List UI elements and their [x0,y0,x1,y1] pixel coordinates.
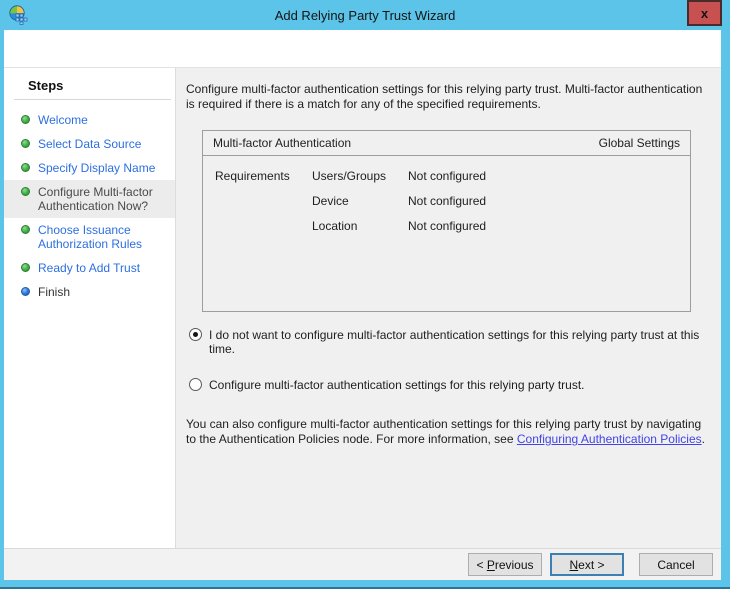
header-band [4,30,721,68]
step-item-configure-mfa-current: Configure Multi-factor Authentication No… [4,180,175,218]
step-item-finish: Finish [4,280,175,304]
mfa-choice-radio-group: I do not want to configure multi-factor … [189,328,709,392]
requirement-name: Location [312,219,408,233]
step-item-choose-issuance-rules[interactable]: Choose Issuance Authorization Rules [4,218,175,256]
step-done-icon [21,263,30,272]
requirement-value: Not configured [408,219,690,233]
requirement-name: Users/Groups [312,169,408,183]
step-pending-icon [21,287,30,296]
table-row: Location Not configured [215,219,690,244]
note-after: . [702,432,705,446]
step-item-select-data-source[interactable]: Select Data Source [4,132,175,156]
dialog-frame: Steps Welcome Select Data Source Specify… [4,30,721,580]
next-label-post: ext > [578,558,604,572]
content-pane: Configure multi-factor authentication se… [176,68,721,548]
adfs-app-icon [8,5,28,25]
cancel-button[interactable]: Cancel [639,553,713,576]
window-title: Add Relying Party Trust Wizard [0,8,730,23]
step-label: Finish [38,285,70,299]
step-label: Specify Display Name [38,161,155,175]
requirement-value: Not configured [408,194,690,208]
step-label: Ready to Add Trust [38,261,140,275]
step-label: Welcome [38,113,88,127]
radio-option-skip-mfa[interactable]: I do not want to configure multi-factor … [189,328,709,356]
note-text: You can also configure multi-factor auth… [186,417,709,447]
table-row: Requirements Users/Groups Not configured [215,169,690,194]
next-button[interactable]: Next > [550,553,624,576]
table-row: Device Not configured [215,194,690,219]
steps-heading: Steps [14,76,171,100]
previous-button[interactable]: < Previous [468,553,542,576]
step-item-ready-to-add-trust[interactable]: Ready to Add Trust [4,256,175,280]
mfa-table-body: Requirements Users/Groups Not configured… [203,156,690,244]
step-label: Choose Issuance Authorization Rules [38,223,167,251]
mfa-header-title: Multi-factor Authentication [213,136,351,150]
configuring-authentication-policies-link[interactable]: Configuring Authentication Policies [517,432,702,446]
step-item-welcome[interactable]: Welcome [4,108,175,132]
steps-list: Welcome Select Data Source Specify Displ… [4,108,175,304]
radio-option-configure-mfa[interactable]: Configure multi-factor authentication se… [189,378,709,392]
next-label-mnemonic: N [569,558,578,572]
radio-selected-icon[interactable] [189,328,202,341]
wizard-window: Add Relying Party Trust Wizard x Steps W… [0,0,730,589]
intro-text: Configure multi-factor authentication se… [186,82,709,112]
close-button[interactable]: x [687,0,722,26]
step-done-icon [21,139,30,148]
requirement-name: Device [312,194,408,208]
steps-sidebar: Steps Welcome Select Data Source Specify… [4,68,176,548]
step-label: Select Data Source [38,137,141,151]
step-done-icon [21,187,30,196]
previous-label-mnemonic: P [487,558,495,572]
radio-label[interactable]: Configure multi-factor authentication se… [209,378,585,392]
step-done-icon [21,163,30,172]
previous-label-post: revious [495,558,534,572]
previous-label-pre: < [476,558,486,572]
step-item-specify-display-name[interactable]: Specify Display Name [4,156,175,180]
title-bar: Add Relying Party Trust Wizard x [0,0,730,30]
step-done-icon [21,225,30,234]
requirement-value: Not configured [408,169,690,183]
footer-bar: < Previous Next > Cancel [4,548,721,580]
radio-label[interactable]: I do not want to configure multi-factor … [209,328,709,356]
mfa-settings-table: Multi-factor Authentication Global Setti… [202,130,691,312]
step-label: Configure Multi-factor Authentication No… [38,185,167,213]
mfa-table-header: Multi-factor Authentication Global Setti… [203,131,690,156]
mfa-header-global-settings: Global Settings [599,136,680,150]
requirements-label: Requirements [215,169,312,183]
step-done-icon [21,115,30,124]
radio-unselected-icon[interactable] [189,378,202,391]
